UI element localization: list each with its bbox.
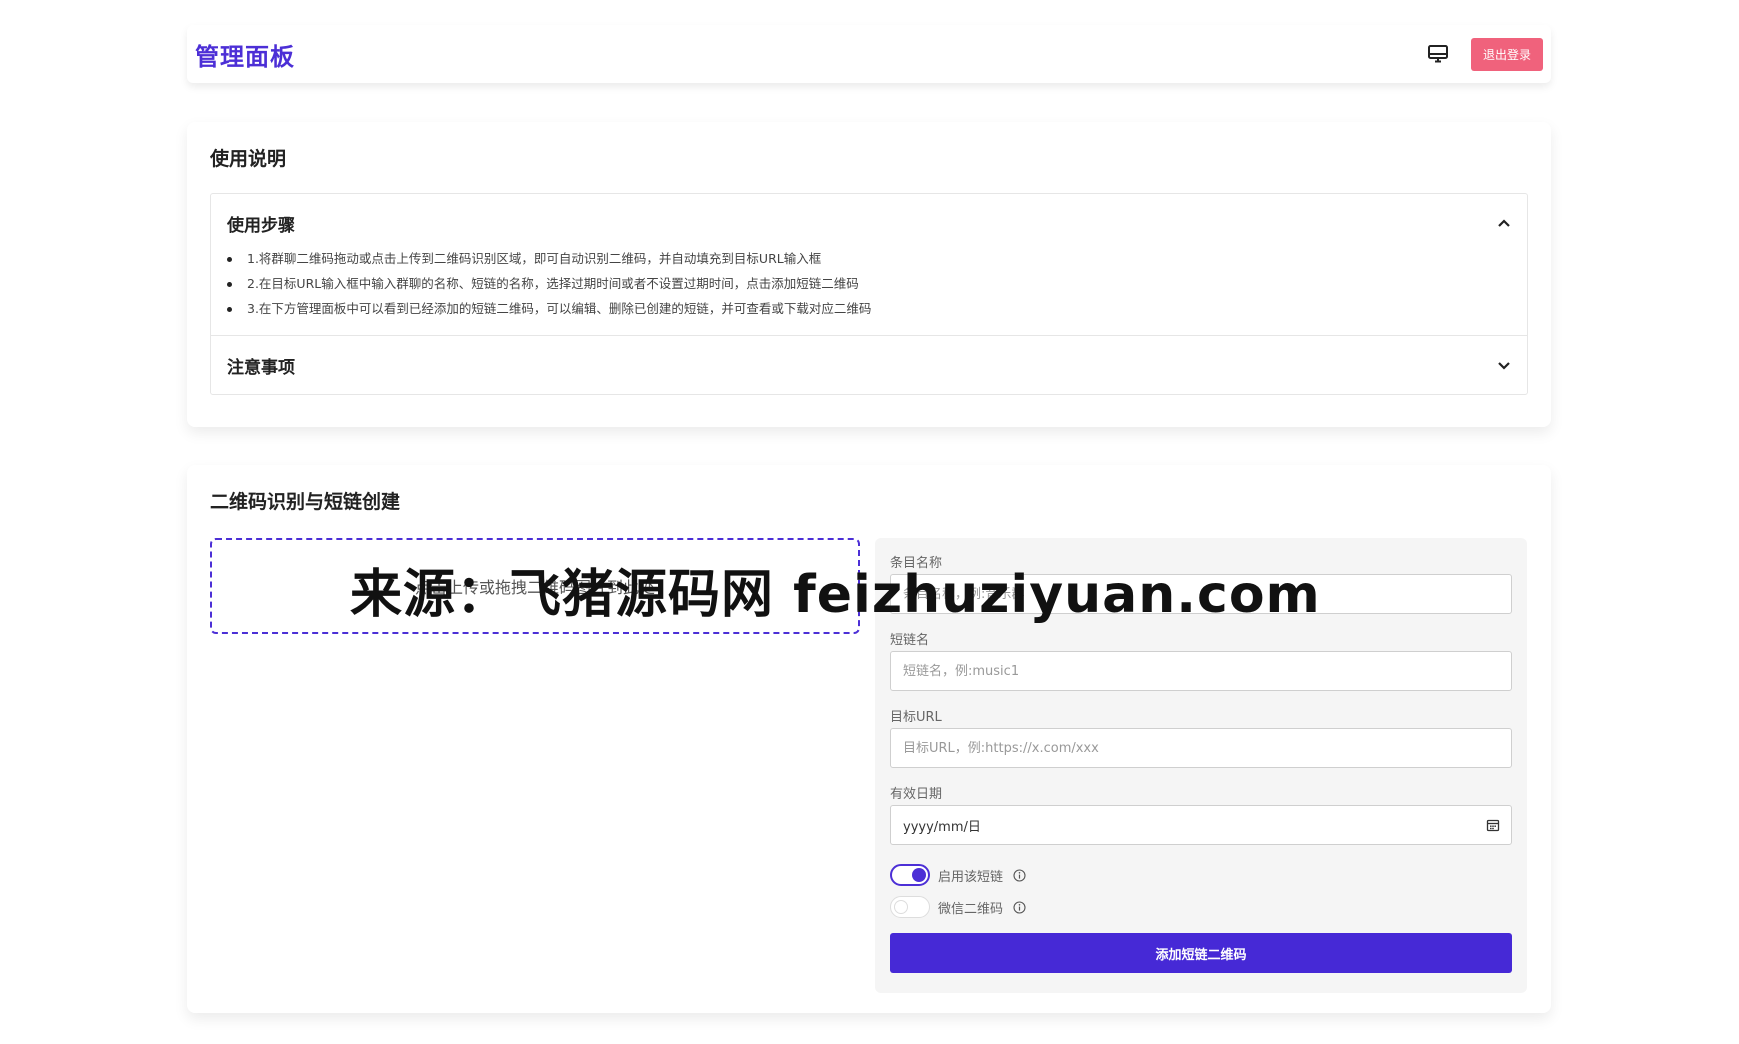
target-url-input[interactable] — [890, 728, 1512, 768]
logout-button[interactable]: 退出登录 — [1470, 37, 1543, 71]
name-input[interactable] — [890, 574, 1512, 614]
info-icon[interactable] — [1013, 900, 1026, 914]
wechat-toggle[interactable] — [890, 896, 930, 918]
shortlink-form: 条目名称 短链名 目标URL 有效日期 yyyy/mm/日 — [875, 538, 1527, 993]
enable-toggle-label: 启用该短链 — [938, 869, 1004, 885]
toggle-knob — [894, 900, 908, 914]
list-item: 2.在目标URL输入框中输入群聊的名称、短链的名称，选择过期时间或者不设置过期时… — [227, 271, 1511, 296]
accordion-header-steps[interactable]: 使用步骤 — [227, 194, 1511, 252]
usage-accordion: 使用步骤 1.将群聊二维码拖动或点击上传到二维码识别区域，即可自动识别二维码，并… — [210, 193, 1528, 395]
calendar-icon[interactable] — [1486, 817, 1500, 836]
qr-dropzone[interactable]: 点击上传或拖拽二维码图片到此处 — [210, 538, 860, 634]
add-shortlink-button[interactable]: 添加短链二维码 — [890, 933, 1512, 973]
name-label: 条目名称 — [890, 556, 943, 571]
top-header: 管理面板 退出登录 — [187, 25, 1551, 83]
url-label: 目标URL — [890, 710, 942, 725]
wechat-toggle-label: 微信二维码 — [938, 901, 1004, 917]
accordion-header-notes[interactable]: 注意事项 — [227, 336, 1511, 394]
date-label: 有效日期 — [890, 787, 943, 802]
short-label: 短链名 — [890, 633, 930, 648]
steps-list: 1.将群聊二维码拖动或点击上传到二维码识别区域，即可自动识别二维码，并自动填充到… — [227, 246, 1511, 321]
info-icon[interactable] — [1013, 868, 1026, 882]
usage-card: 使用说明 使用步骤 1.将群聊二维码拖动或点击上传到二维码识别区域，即可自动识别… — [187, 122, 1551, 427]
toggle-knob — [912, 868, 926, 882]
dropzone-text: 点击上传或拖拽二维码图片到此处 — [414, 578, 655, 597]
page: 管理面板 退出登录 使用说明 使用步骤 1.将群聊二维码拖动或点击上传到二维码识… — [0, 0, 1739, 1044]
qr-row: 点击上传或拖拽二维码图片到此处 条目名称 短链名 目标URL 有效日期 yyyy… — [210, 538, 1528, 993]
list-item: 3.在下方管理面板中可以看到已经添加的短链二维码，可以编辑、删除已创建的短链，并… — [227, 296, 1511, 321]
brand-title: 管理面板 — [195, 42, 295, 71]
list-item: 1.将群聊二维码拖动或点击上传到二维码识别区域，即可自动识别二维码，并自动填充到… — [227, 246, 1511, 271]
chevron-up-icon[interactable] — [1497, 213, 1511, 233]
qr-card: 二维码识别与短链创建 点击上传或拖拽二维码图片到此处 条目名称 短链名 目标UR… — [187, 465, 1551, 1013]
toggle-row-wechat: 微信二维码 — [890, 891, 1512, 923]
date-field-wrap: yyyy/mm/日 — [890, 805, 1512, 845]
chevron-down-icon[interactable] — [1497, 355, 1511, 375]
accordion-body-steps: 1.将群聊二维码拖动或点击上传到二维码识别区域，即可自动识别二维码，并自动填充到… — [227, 246, 1511, 335]
enable-toggle[interactable] — [890, 864, 930, 886]
monitor-icon[interactable] — [1427, 43, 1449, 65]
usage-title: 使用说明 — [210, 148, 287, 170]
date-input[interactable]: yyyy/mm/日 — [890, 805, 1512, 845]
accordion-section-notes: 注意事项 — [211, 335, 1527, 394]
toggle-row-enable: 启用该短链 — [890, 859, 1512, 891]
accordion-title-steps: 使用步骤 — [227, 215, 295, 236]
accordion-title-notes: 注意事项 — [227, 357, 295, 378]
accordion-section-steps: 使用步骤 1.将群聊二维码拖动或点击上传到二维码识别区域，即可自动识别二维码，并… — [211, 194, 1527, 335]
short-name-input[interactable] — [890, 651, 1512, 691]
qr-title: 二维码识别与短链创建 — [210, 491, 401, 513]
header-actions: 退出登录 — [1427, 37, 1543, 71]
